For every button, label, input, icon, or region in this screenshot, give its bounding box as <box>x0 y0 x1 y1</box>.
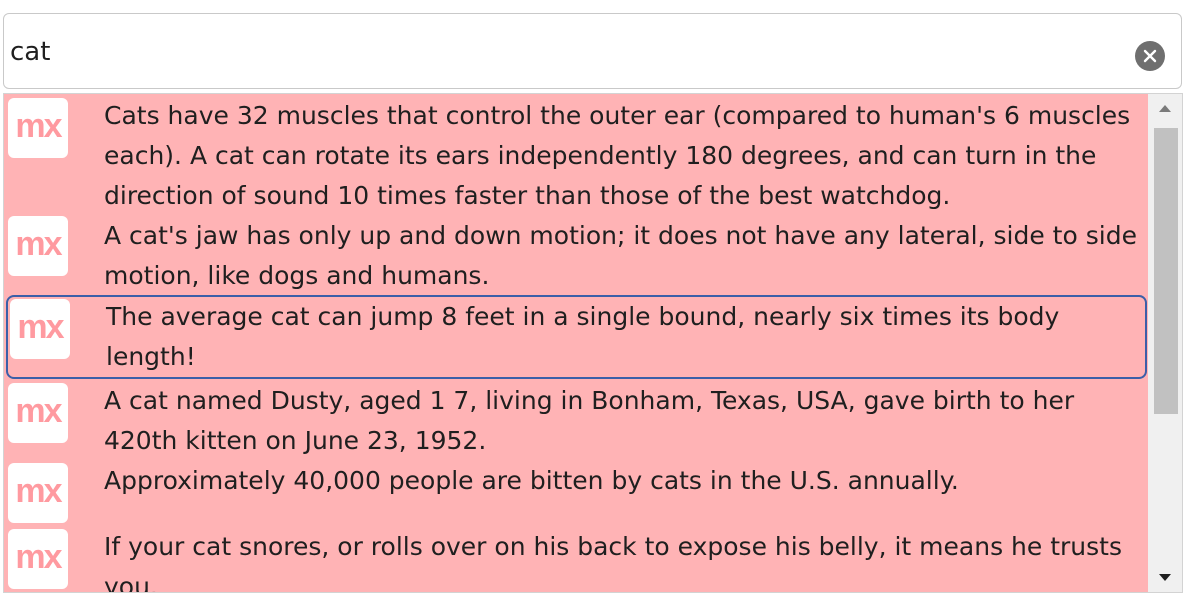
list-item-text: If your cat snores, or rolls over on his… <box>104 532 1123 593</box>
list-item[interactable]: mx Cats have 32 muscles that control the… <box>6 96 1147 216</box>
mx-logo-icon: mx <box>10 299 70 359</box>
list-item-text: Cats have 32 muscles that control the ou… <box>104 101 1131 210</box>
list-item[interactable]: mx A cat named Dusty, aged 1 7, living i… <box>6 381 1147 461</box>
list-item[interactable]: mx A cat's jaw has only up and down moti… <box>6 216 1147 296</box>
clear-search-button[interactable] <box>1135 41 1165 71</box>
arrow-up-icon <box>1159 105 1171 112</box>
search-input[interactable] <box>10 24 1110 80</box>
results-list: mx Cats have 32 muscles that control the… <box>3 93 1183 593</box>
mx-logo-icon: mx <box>8 463 68 523</box>
scroll-down-button[interactable] <box>1148 564 1182 592</box>
mx-logo-icon: mx <box>8 383 68 443</box>
list-item[interactable]: mx Approximately 40,000 people are bitte… <box>6 461 1147 525</box>
vertical-scrollbar[interactable] <box>1148 94 1182 592</box>
list-item-text: A cat named Dusty, aged 1 7, living in B… <box>104 386 1075 455</box>
scroll-up-button[interactable] <box>1148 94 1182 122</box>
list-item[interactable]: mx If your cat snores, or rolls over on … <box>6 527 1147 593</box>
mx-logo-icon: mx <box>8 216 68 276</box>
scrollbar-thumb[interactable] <box>1154 128 1178 414</box>
arrow-down-icon <box>1159 574 1171 581</box>
list-item-text: A cat's jaw has only up and down motion;… <box>104 221 1137 290</box>
results-list-content: mx Cats have 32 muscles that control the… <box>4 94 1149 592</box>
mx-logo-icon: mx <box>8 98 68 158</box>
list-item-text: The average cat can jump 8 feet in a sin… <box>106 302 1060 371</box>
list-item-selected[interactable]: mx The average cat can jump 8 feet in a … <box>6 295 1147 379</box>
list-item-text: Approximately 40,000 people are bitten b… <box>104 466 959 495</box>
search-box <box>3 13 1182 89</box>
close-icon <box>1143 49 1157 63</box>
mx-logo-icon: mx <box>8 529 68 589</box>
